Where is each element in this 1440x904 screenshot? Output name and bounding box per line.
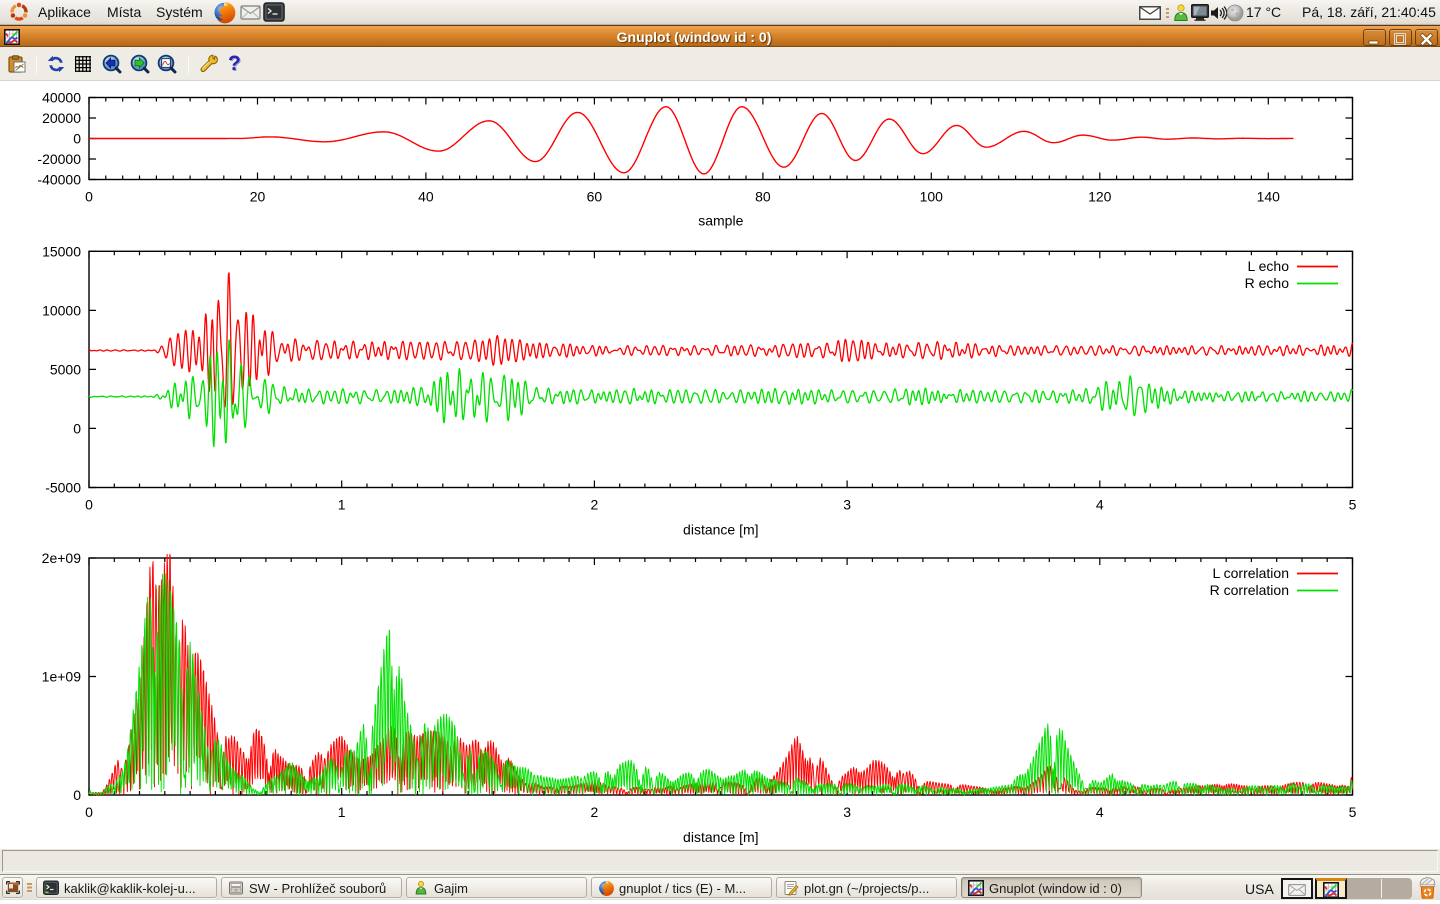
svg-text:-5000: -5000 xyxy=(45,480,81,496)
svg-text:140: 140 xyxy=(1257,189,1281,205)
svg-text:1: 1 xyxy=(338,804,346,820)
svg-text:4: 4 xyxy=(1096,497,1104,513)
svg-text:20000: 20000 xyxy=(42,110,81,126)
svg-text:15000: 15000 xyxy=(42,243,81,259)
svg-text:0: 0 xyxy=(73,131,81,147)
svg-text:sample: sample xyxy=(698,213,743,229)
svg-text:L echo: L echo xyxy=(1247,258,1289,274)
svg-text:1e+09: 1e+09 xyxy=(42,669,82,685)
svg-text:1: 1 xyxy=(338,497,346,513)
svg-text:40: 40 xyxy=(418,189,434,205)
svg-text:0: 0 xyxy=(73,420,81,436)
svg-text:R correlation: R correlation xyxy=(1210,582,1289,598)
svg-text:0: 0 xyxy=(85,497,93,513)
svg-text:5000: 5000 xyxy=(50,361,81,377)
svg-text:2: 2 xyxy=(591,497,599,513)
svg-text:40000: 40000 xyxy=(42,90,81,106)
svg-text:120: 120 xyxy=(1088,189,1112,205)
svg-text:2: 2 xyxy=(591,804,599,820)
svg-text:distance [m]: distance [m] xyxy=(683,522,758,538)
svg-text:0: 0 xyxy=(73,787,81,803)
svg-text:60: 60 xyxy=(587,189,603,205)
svg-text:5: 5 xyxy=(1349,804,1357,820)
svg-text:R echo: R echo xyxy=(1245,275,1290,291)
svg-text:5: 5 xyxy=(1349,497,1357,513)
svg-text:2e+09: 2e+09 xyxy=(42,550,82,566)
svg-text:0: 0 xyxy=(85,189,93,205)
svg-text:0: 0 xyxy=(85,804,93,820)
svg-text:3: 3 xyxy=(843,497,851,513)
svg-text:4: 4 xyxy=(1096,804,1104,820)
svg-text:-20000: -20000 xyxy=(37,151,81,167)
svg-text:-40000: -40000 xyxy=(37,172,81,188)
svg-text:20: 20 xyxy=(250,189,266,205)
svg-text:100: 100 xyxy=(920,189,944,205)
svg-text:3: 3 xyxy=(843,804,851,820)
svg-text:10000: 10000 xyxy=(42,302,81,318)
svg-text:distance [m]: distance [m] xyxy=(683,829,758,845)
svg-text:L correlation: L correlation xyxy=(1212,565,1289,581)
svg-text:80: 80 xyxy=(755,189,771,205)
